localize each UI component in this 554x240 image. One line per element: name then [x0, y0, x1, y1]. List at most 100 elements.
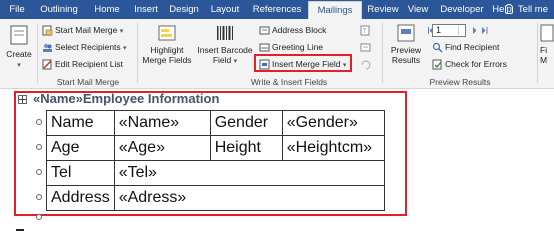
table-cell[interactable]: Height — [209, 135, 283, 161]
table-cell[interactable]: «Gender» — [281, 110, 385, 136]
ribbon: Create ▾ Start Mail Merge ▾ Select Recip… — [0, 19, 554, 89]
record-number-value: 1 — [436, 25, 442, 35]
greeting-line-label: Greeting Line — [272, 42, 324, 52]
preview-results-button[interactable]: Preview Results — [386, 23, 426, 65]
document-title: «Name»Employee Information — [33, 91, 220, 106]
lightbulb-icon — [504, 4, 513, 14]
match-fields-button[interactable] — [360, 42, 374, 53]
highlight-line2: Merge Fields — [142, 55, 192, 65]
row-marker-icon — [36, 194, 42, 200]
preview-icon — [397, 24, 415, 42]
start-mail-merge-button[interactable]: Start Mail Merge ▾ — [42, 25, 123, 36]
write-insert-fields-group-label: Write & Insert Fields — [250, 77, 328, 87]
table-cell[interactable]: Name — [46, 110, 115, 136]
find-recipient-button[interactable]: Find Recipient — [432, 42, 499, 53]
check-for-errors-button[interactable]: Check for Errors — [432, 59, 507, 70]
group-separator — [137, 23, 138, 83]
envelope-icon — [10, 25, 28, 45]
match-fields-icon — [360, 43, 371, 52]
row-marker-icon — [36, 169, 42, 175]
tell-me-search[interactable]: Tell me — [504, 0, 548, 19]
employee-table[interactable]: Name «Name» Gender «Gender» Age «Age» He… — [46, 110, 385, 211]
table-move-handle-icon[interactable] — [18, 95, 27, 104]
svg-text:?: ? — [363, 27, 367, 35]
group-separator — [537, 23, 538, 83]
update-labels-icon — [361, 60, 371, 70]
tab-developer[interactable]: Developer — [434, 0, 490, 19]
tab-file[interactable]: File — [2, 0, 32, 19]
table-row: Tel «Tel» — [46, 160, 385, 186]
barcode-line1: Insert Barcode — [197, 45, 253, 55]
tab-outlining[interactable]: Outlining — [32, 0, 86, 19]
recipients-icon — [43, 44, 52, 53]
tab-view[interactable]: View — [402, 0, 434, 19]
select-recipients-label: Select Recipients — [55, 42, 121, 52]
insert-barcode-field-button[interactable]: Insert Barcode Field ▾ — [197, 23, 253, 67]
table-cell[interactable]: «Age» — [113, 135, 211, 161]
next-record-button[interactable] — [472, 25, 480, 35]
tab-home[interactable]: Home — [86, 0, 128, 19]
create-button[interactable]: Create ▾ — [4, 23, 34, 71]
preview-line1: Preview — [390, 45, 422, 55]
chevron-down-icon: ▾ — [123, 45, 127, 52]
insert-merge-field-highlight — [254, 54, 352, 72]
finish-merge-button[interactable]: Fi M — [540, 23, 554, 65]
row-marker-icon — [36, 214, 42, 220]
edit-recipient-list-label: Edit Recipient List — [55, 59, 124, 69]
check-errors-icon — [432, 59, 442, 70]
table-cell[interactable]: Gender — [209, 110, 283, 136]
chevron-down-icon: ▾ — [17, 62, 21, 69]
record-number-input[interactable]: 1 — [432, 24, 466, 37]
preview-line2: Results — [391, 55, 421, 65]
select-recipients-button[interactable]: Select Recipients ▾ — [42, 42, 127, 53]
table-row: Name «Name» Gender «Gender» — [46, 110, 385, 136]
highlight-merge-fields-button[interactable]: Highlight Merge Fields — [140, 23, 194, 65]
rules-button[interactable]: ? — [360, 25, 374, 36]
table-row: Age «Age» Height «Heightcm» — [46, 135, 385, 161]
last-record-icon — [482, 27, 488, 35]
greeting-line-button[interactable]: Greeting Line — [259, 42, 323, 53]
row-marker-icon — [36, 119, 42, 125]
tab-mailings[interactable]: Mailings — [308, 1, 362, 19]
finish-line1: Fi — [540, 45, 548, 55]
tab-review[interactable]: Review — [364, 0, 402, 19]
rules-icon: ? — [360, 25, 370, 36]
edit-recipient-list-button[interactable]: Edit Recipient List — [42, 59, 123, 70]
edit-list-icon — [42, 59, 52, 70]
document-area[interactable]: «Name»Employee Information Name «Name» G… — [0, 90, 554, 240]
tab-insert[interactable]: Insert — [128, 0, 164, 19]
tab-layout[interactable]: Layout — [204, 0, 246, 19]
barcode-line2: Field — [212, 55, 232, 65]
text-cursor — [16, 229, 24, 231]
highlight-line1: Highlight — [150, 45, 184, 55]
check-for-errors-label: Check for Errors — [445, 59, 507, 69]
table-cell[interactable]: Age — [46, 135, 115, 161]
row-marker-icon — [36, 144, 42, 150]
table-cell[interactable]: «Tel» — [113, 160, 385, 186]
table-cell[interactable]: Tel — [46, 160, 115, 186]
greeting-line-icon — [259, 43, 270, 52]
table-cell[interactable]: «Adress» — [113, 185, 385, 211]
find-recipient-label: Find Recipient — [445, 42, 500, 52]
chevron-down-icon: ▾ — [233, 58, 238, 65]
document-envelope-icon — [42, 25, 53, 36]
table-cell[interactable]: «Heightcm» — [281, 135, 385, 161]
start-mail-merge-label: Start Mail Merge — [55, 25, 118, 35]
find-recipient-icon — [432, 43, 443, 53]
barcode-icon — [217, 26, 233, 40]
next-record-icon — [473, 27, 477, 35]
tab-design[interactable]: Design — [164, 0, 204, 19]
spin-arrows-icon — [458, 26, 464, 35]
update-labels-button[interactable] — [360, 59, 374, 70]
group-separator — [382, 23, 383, 83]
table-cell[interactable]: «Name» — [113, 110, 211, 136]
preview-results-group-label: Preview Results — [429, 77, 491, 87]
last-record-button[interactable] — [482, 25, 490, 35]
finish-line2: M — [540, 55, 548, 65]
tell-me-label: Tell me — [517, 4, 548, 15]
create-label: Create — [6, 49, 32, 59]
table-cell[interactable]: Address — [46, 185, 115, 211]
address-block-button[interactable]: Address Block — [259, 25, 326, 36]
tab-references[interactable]: References — [246, 0, 308, 19]
address-block-label: Address Block — [272, 25, 327, 35]
